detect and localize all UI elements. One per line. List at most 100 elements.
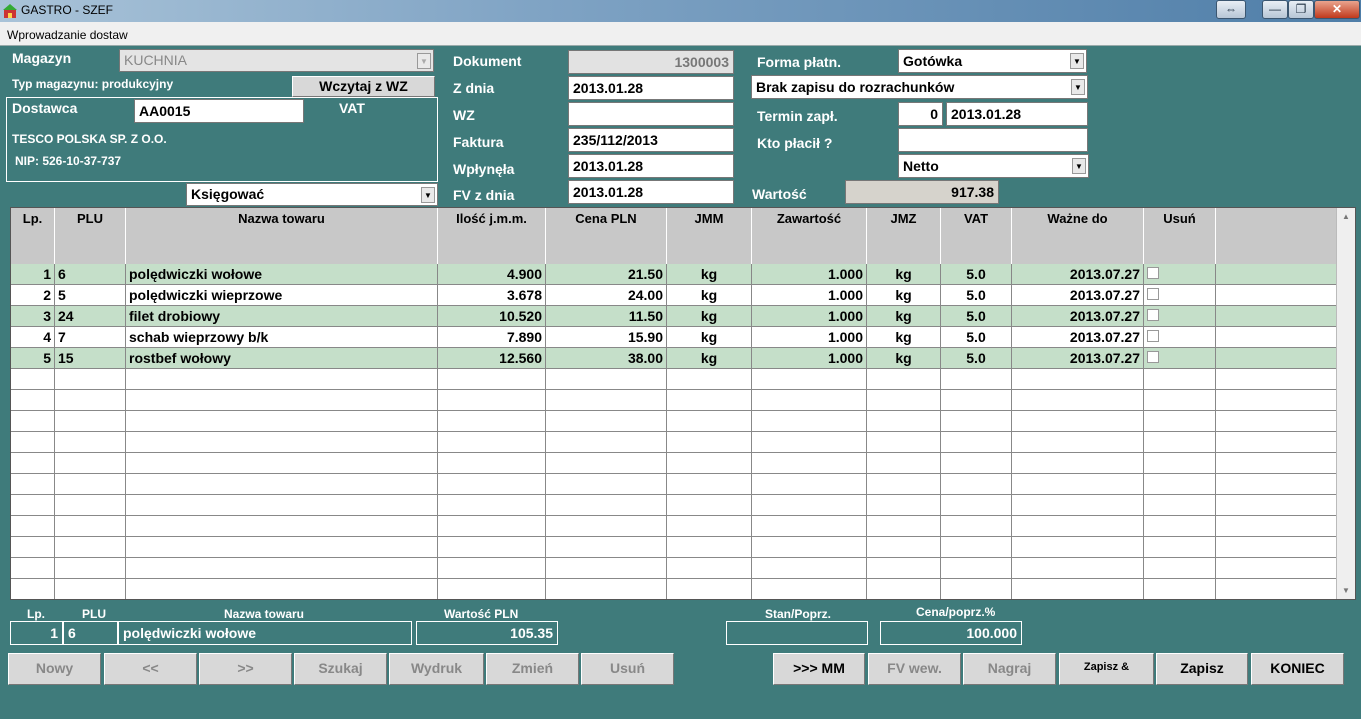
table-cell[interactable] xyxy=(11,453,55,473)
usun-checkbox[interactable] xyxy=(1147,309,1159,321)
table-cell[interactable]: 1 xyxy=(11,264,55,284)
table-cell[interactable] xyxy=(55,558,126,578)
table-cell[interactable]: 2013.07.27 xyxy=(1012,348,1144,368)
table-cell[interactable] xyxy=(1216,432,1337,452)
column-header[interactable]: Lp. xyxy=(11,208,55,264)
table-cell[interactable] xyxy=(1144,579,1216,599)
table-cell[interactable]: 10.520 xyxy=(438,306,546,326)
table-row[interactable] xyxy=(11,558,1337,579)
table-cell[interactable] xyxy=(546,474,667,494)
table-cell[interactable] xyxy=(1216,453,1337,473)
table-cell[interactable] xyxy=(752,432,867,452)
table-cell[interactable] xyxy=(752,411,867,431)
table-cell[interactable] xyxy=(126,579,438,599)
table-cell[interactable] xyxy=(867,558,941,578)
table-row[interactable]: 1 6 polędwiczki wołowe 4.900 21.50 kg 1.000 kg 5… xyxy=(11,264,1337,285)
koniec-button[interactable]: KONIEC xyxy=(1251,653,1344,685)
table-cell[interactable] xyxy=(1216,495,1337,515)
usun-checkbox[interactable] xyxy=(1147,267,1159,279)
table-cell[interactable] xyxy=(1012,537,1144,557)
table-cell[interactable] xyxy=(1144,390,1216,410)
table-cell[interactable] xyxy=(1012,474,1144,494)
table-cell[interactable]: 2 xyxy=(11,285,55,305)
fv-wew-button[interactable]: FV wew. xyxy=(868,653,961,685)
table-cell[interactable] xyxy=(438,453,546,473)
table-cell[interactable] xyxy=(667,558,752,578)
table-cell[interactable] xyxy=(1216,579,1337,599)
table-row[interactable]: 4 7 schab wieprzowy b/k 7.890 15.90 kg 1.000 kg… xyxy=(11,327,1337,348)
forma-platn-select[interactable]: Gotówka ▼ xyxy=(898,49,1087,73)
table-cell[interactable]: 7.890 xyxy=(438,327,546,347)
table-cell[interactable] xyxy=(55,453,126,473)
column-header[interactable]: Zawartość xyxy=(752,208,867,264)
table-cell[interactable] xyxy=(1216,264,1337,284)
table-cell[interactable] xyxy=(667,474,752,494)
table-cell[interactable] xyxy=(941,474,1012,494)
table-cell[interactable] xyxy=(1216,327,1337,347)
items-table[interactable]: Lp. PLU Nazwa towaru Ilość j.m.m. Cena PLN JM… xyxy=(10,207,1356,600)
table-cell[interactable]: 5.0 xyxy=(941,306,1012,326)
table-cell[interactable] xyxy=(941,369,1012,389)
table-cell[interactable]: 6 xyxy=(55,264,126,284)
termin-date-input[interactable]: 2013.01.28 xyxy=(946,102,1088,126)
table-cell[interactable]: 2013.07.27 xyxy=(1012,327,1144,347)
table-cell[interactable]: polędwiczki wołowe xyxy=(126,264,438,284)
table-cell[interactable] xyxy=(438,432,546,452)
window-restore-extra-button[interactable]: ⇔ xyxy=(1216,0,1246,19)
table-cell[interactable] xyxy=(1012,390,1144,410)
prev-button[interactable]: << xyxy=(104,653,197,685)
table-row[interactable]: 2 5 polędwiczki wieprzowe 3.678 24.00 kg 1.000… xyxy=(11,285,1337,306)
table-cell[interactable] xyxy=(1012,495,1144,515)
table-cell[interactable] xyxy=(867,579,941,599)
fvzdnia-input[interactable]: 2013.01.28 xyxy=(568,180,734,204)
table-row[interactable] xyxy=(11,474,1337,495)
table-cell[interactable] xyxy=(438,495,546,515)
table-cell[interactable] xyxy=(667,516,752,536)
table-cell[interactable] xyxy=(867,474,941,494)
window-close-button[interactable]: ✕ xyxy=(1314,0,1360,19)
usun-button[interactable]: Usuń xyxy=(581,653,674,685)
table-cell[interactable] xyxy=(941,495,1012,515)
table-cell[interactable] xyxy=(1012,453,1144,473)
table-cell[interactable] xyxy=(546,537,667,557)
table-cell[interactable] xyxy=(11,516,55,536)
table-cell[interactable]: 12.560 xyxy=(438,348,546,368)
next-button[interactable]: >> xyxy=(199,653,292,685)
table-cell[interactable]: 1.000 xyxy=(752,327,867,347)
scroll-up-icon[interactable]: ▲ xyxy=(1340,212,1352,221)
table-row[interactable] xyxy=(11,495,1337,516)
table-cell[interactable]: kg xyxy=(667,285,752,305)
table-cell[interactable]: 1.000 xyxy=(752,306,867,326)
table-cell[interactable] xyxy=(126,390,438,410)
table-row[interactable] xyxy=(11,432,1337,453)
table-cell[interactable] xyxy=(546,516,667,536)
table-cell[interactable] xyxy=(941,579,1012,599)
table-cell[interactable] xyxy=(667,411,752,431)
table-cell[interactable] xyxy=(546,411,667,431)
table-cell[interactable] xyxy=(1216,285,1337,305)
table-cell[interactable] xyxy=(752,537,867,557)
table-cell[interactable]: polędwiczki wieprzowe xyxy=(126,285,438,305)
column-header[interactable]: VAT xyxy=(941,208,1012,264)
table-cell[interactable] xyxy=(867,369,941,389)
table-cell[interactable] xyxy=(1144,264,1216,284)
table-cell[interactable]: 4.900 xyxy=(438,264,546,284)
table-cell[interactable] xyxy=(1216,411,1337,431)
table-cell[interactable]: 1.000 xyxy=(752,348,867,368)
table-cell[interactable]: 2013.07.27 xyxy=(1012,306,1144,326)
table-cell[interactable] xyxy=(546,369,667,389)
table-cell[interactable]: 38.00 xyxy=(546,348,667,368)
table-cell[interactable] xyxy=(438,537,546,557)
nagraj-button[interactable]: Nagraj xyxy=(963,653,1056,685)
table-row[interactable] xyxy=(11,537,1337,558)
table-cell[interactable] xyxy=(55,495,126,515)
table-cell[interactable] xyxy=(11,495,55,515)
table-cell[interactable] xyxy=(1144,537,1216,557)
table-cell[interactable]: 2013.07.27 xyxy=(1012,285,1144,305)
table-cell[interactable] xyxy=(1144,558,1216,578)
table-cell[interactable] xyxy=(667,495,752,515)
table-cell[interactable] xyxy=(438,411,546,431)
table-cell[interactable]: 3 xyxy=(11,306,55,326)
table-cell[interactable]: kg xyxy=(867,306,941,326)
table-cell[interactable] xyxy=(438,390,546,410)
